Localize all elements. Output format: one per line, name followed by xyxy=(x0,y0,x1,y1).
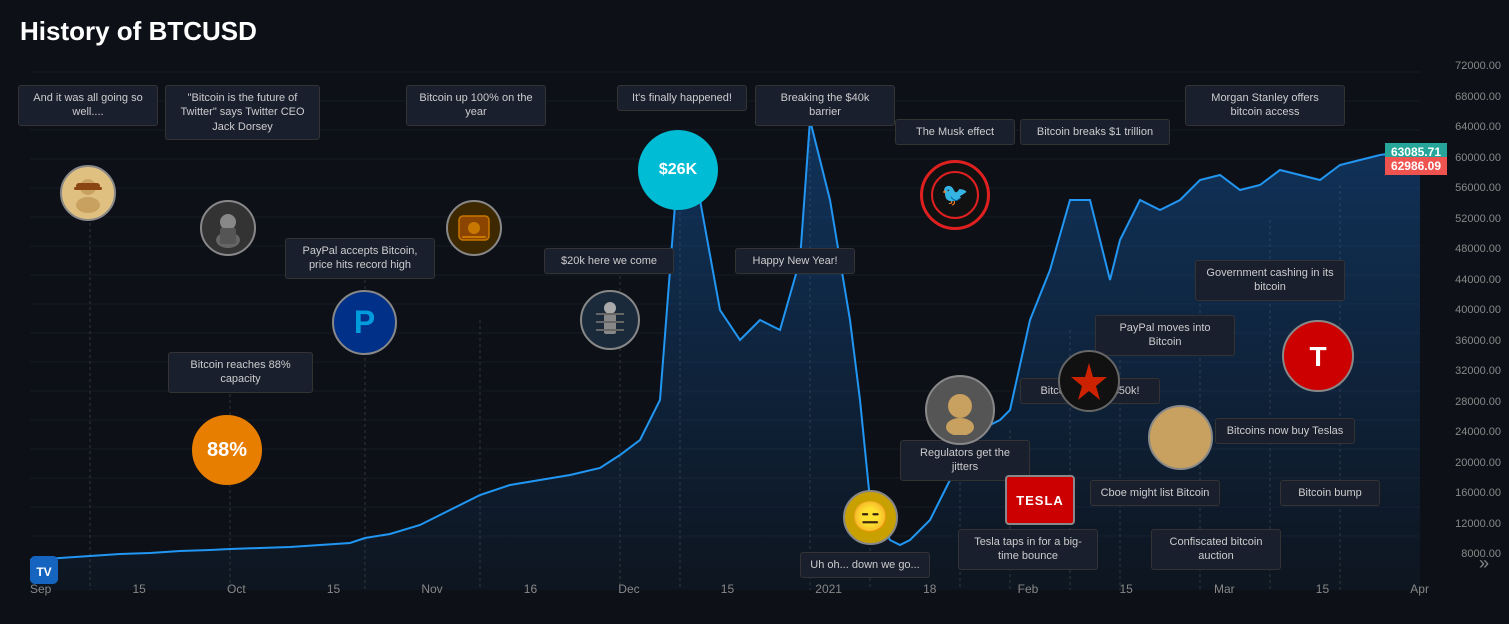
icon-paypal-bitcoin xyxy=(1058,350,1120,412)
annotation-teslas: Bitcoins now buy Teslas xyxy=(1215,418,1355,444)
y-label-52000: 52000.00 xyxy=(1455,213,1501,225)
icon-20k xyxy=(580,290,640,350)
current-price-low: 62986.09 xyxy=(1385,157,1447,175)
x-label-apr: Apr xyxy=(1410,582,1429,596)
annotation-musk-effect: The Musk effect xyxy=(895,119,1015,145)
y-label-72000: 72000.00 xyxy=(1455,60,1501,72)
annotation-40k: Breaking the $40k barrier xyxy=(755,85,895,126)
icon-88-percent: 88% xyxy=(192,415,262,485)
y-label-40000: 40000.00 xyxy=(1455,304,1501,316)
annotation-govt-cash: Government cashing in its bitcoin xyxy=(1195,260,1345,301)
chart-container: History of BTCUSD xyxy=(0,0,1509,624)
badge-26k: $26K xyxy=(638,130,718,210)
chart-logo: TV xyxy=(30,556,58,589)
x-label-15b: 15 xyxy=(327,582,340,596)
x-label-15d: 15 xyxy=(1119,582,1132,596)
x-label-16: 16 xyxy=(524,582,537,596)
y-label-28000: 28000.00 xyxy=(1455,396,1501,408)
icon-govt-cash xyxy=(1148,405,1213,470)
y-label-24000: 24000.00 xyxy=(1455,426,1501,438)
annotation-down-we-go: Uh oh... down we go... xyxy=(800,552,930,578)
y-label-48000: 48000.00 xyxy=(1455,243,1501,255)
svg-text:T: T xyxy=(1309,341,1326,372)
forward-arrow[interactable]: » xyxy=(1479,553,1489,574)
annotation-jack-dorsey: "Bitcoin is the future of Twitter" says … xyxy=(165,85,320,140)
annotation-finally: It's finally happened! xyxy=(617,85,747,111)
y-label-60000: 60000.00 xyxy=(1455,152,1501,164)
annotation-paypal-bitcoin: PayPal moves into Bitcoin xyxy=(1095,315,1235,356)
x-label-15a: 15 xyxy=(133,582,146,596)
icon-teslas: T xyxy=(1282,320,1354,392)
x-label-2021: 2021 xyxy=(815,582,842,596)
annotation-bitcoin-100: Bitcoin up 100% on the year xyxy=(406,85,546,126)
y-label-44000: 44000.00 xyxy=(1455,274,1501,286)
annotation-morgan-stanley: Morgan Stanley offers bitcoin access xyxy=(1185,85,1345,126)
x-label-feb: Feb xyxy=(1018,582,1039,596)
annotation-20k: $20k here we come xyxy=(544,248,674,274)
y-axis: 72000.00 68000.00 64000.00 60000.00 5600… xyxy=(1455,60,1501,560)
icon-going-well xyxy=(60,165,116,221)
annotation-bitcoin-bump: Bitcoin bump xyxy=(1280,480,1380,506)
icon-jack-dorsey xyxy=(200,200,256,256)
icon-down-we-go: 😑 xyxy=(843,490,898,545)
icon-regulators xyxy=(925,375,995,445)
annotation-happy-new-year: Happy New Year! xyxy=(735,248,855,274)
annotation-88-capacity: Bitcoin reaches 88% capacity xyxy=(168,352,313,393)
y-label-16000: 16000.00 xyxy=(1455,487,1501,499)
y-label-36000: 36000.00 xyxy=(1455,335,1501,347)
annotation-paypal: PayPal accepts Bitcoin, price hits recor… xyxy=(285,238,435,279)
annotation-confiscated-bitcoin: Confiscated bitcoin auction xyxy=(1151,529,1281,570)
y-label-12000: 12000.00 xyxy=(1455,518,1501,530)
x-label-mar: Mar xyxy=(1214,582,1235,596)
y-label-68000: 68000.00 xyxy=(1455,91,1501,103)
y-label-32000: 32000.00 xyxy=(1455,365,1501,377)
icon-musk-twitter: 🐦 xyxy=(920,160,990,230)
y-label-56000: 56000.00 xyxy=(1455,182,1501,194)
x-label-15c: 15 xyxy=(721,582,734,596)
x-label-15e: 15 xyxy=(1316,582,1329,596)
x-label-nov: Nov xyxy=(421,582,442,596)
x-label-18: 18 xyxy=(923,582,936,596)
annotation-tesla-bounce: Tesla taps in for a big-time bounce xyxy=(958,529,1098,570)
svg-text:TV: TV xyxy=(36,565,51,579)
annotation-cboe: Cboe might list Bitcoin xyxy=(1090,480,1220,506)
x-label-dec: Dec xyxy=(618,582,639,596)
annotation-going-well: And it was all going so well.... xyxy=(18,85,158,126)
y-label-20000: 20000.00 xyxy=(1455,457,1501,469)
x-axis: Sep 15 Oct 15 Nov 16 Dec 15 2021 18 Feb … xyxy=(30,582,1429,596)
icon-paypal: P xyxy=(332,290,397,355)
icon-tesla: TESLA xyxy=(1005,475,1075,525)
y-label-64000: 64000.00 xyxy=(1455,121,1501,133)
icon-bitcoin-100 xyxy=(446,200,502,256)
x-label-oct: Oct xyxy=(227,582,246,596)
svg-text:🐦: 🐦 xyxy=(941,182,968,207)
annotation-1-trillion: Bitcoin breaks $1 trillion xyxy=(1020,119,1170,145)
